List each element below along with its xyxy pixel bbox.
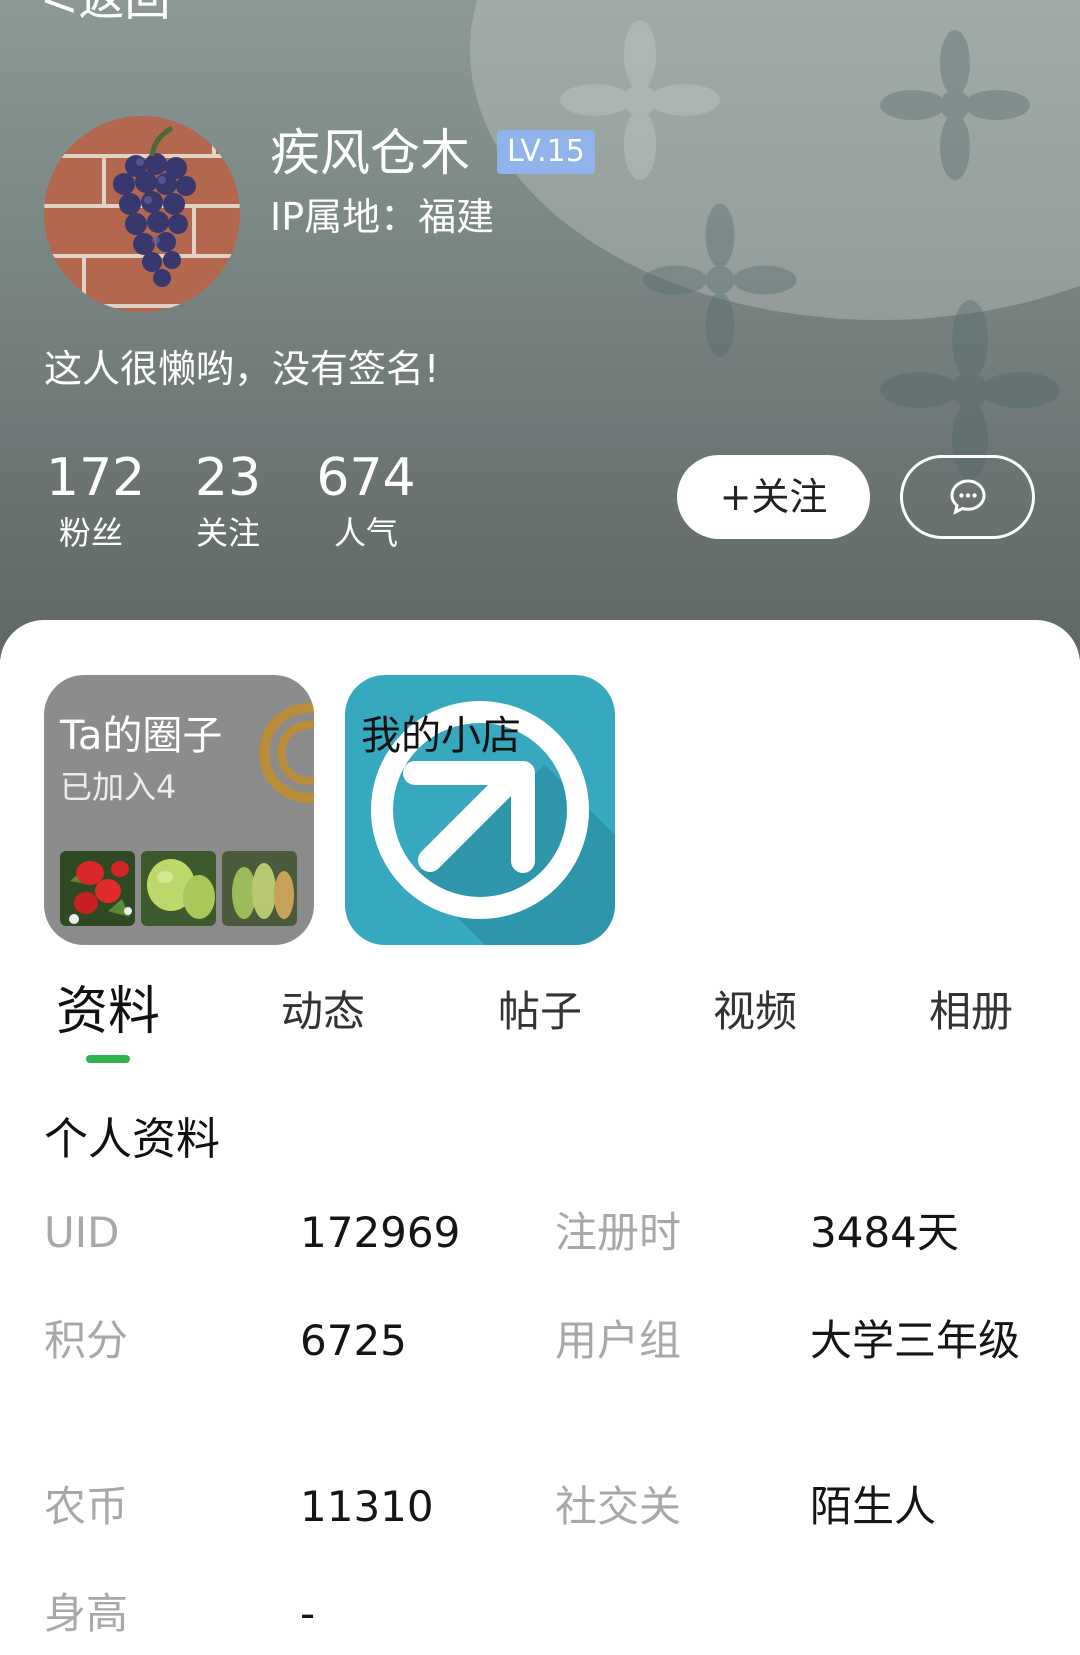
back-button[interactable]: <返回 xyxy=(40,0,171,24)
stat-following[interactable]: 23 关注 xyxy=(183,448,273,554)
profile-tabs: 资料 动态 帖子 视频 相册 xyxy=(0,978,1080,1048)
strawberry-image xyxy=(60,851,135,926)
decorative-flower-icon xyxy=(643,203,797,357)
profile-header: <返回 疾风仓木 LV.15 IP属地：福 xyxy=(0,0,1080,660)
field-value-coins: 11310 xyxy=(300,1482,434,1531)
field-label-height: 身高 xyxy=(44,1589,129,1638)
circles-tile[interactable]: Ta的圈子 已加入4 xyxy=(44,675,314,945)
stat-label: 人气 xyxy=(333,514,398,552)
shop-tile[interactable]: 我的小店 xyxy=(345,675,615,945)
follow-button[interactable]: +关注 xyxy=(677,455,870,539)
stat-value: 23 xyxy=(194,448,262,508)
decorative-flower-icon xyxy=(880,30,1030,180)
field-value-usergroup: 大学三年级 xyxy=(810,1316,1021,1365)
tab-profile[interactable]: 资料 xyxy=(56,978,160,1046)
stat-label: 粉丝 xyxy=(58,514,123,552)
level-badge: LV.15 xyxy=(497,130,595,174)
signature: 这人很懒哟，没有签名! xyxy=(44,347,440,391)
field-value-points: 6725 xyxy=(300,1316,407,1365)
shop-title: 我的小店 xyxy=(361,713,521,759)
stat-label: 关注 xyxy=(195,514,260,552)
field-value-uid: 172969 xyxy=(300,1208,461,1257)
stat-value: 172 xyxy=(46,448,146,508)
field-label-relation: 社交关 xyxy=(555,1482,682,1531)
avatar-image xyxy=(44,116,240,312)
circles-subtitle: 已加入4 xyxy=(60,768,177,806)
field-label-coins: 农币 xyxy=(44,1482,129,1531)
circle-ring-icon xyxy=(259,703,314,803)
field-label-usergroup: 用户组 xyxy=(555,1316,682,1365)
field-value-relation: 陌生人 xyxy=(810,1482,937,1531)
tab-posts[interactable]: 帖子 xyxy=(498,978,582,1046)
circle-thumbnail-mango[interactable] xyxy=(222,851,297,926)
chat-bubble-icon xyxy=(949,479,986,515)
stat-popularity[interactable]: 674 人气 xyxy=(316,448,416,554)
guava-image xyxy=(141,851,216,926)
circle-thumbnail-guava[interactable] xyxy=(141,851,216,926)
active-tab-indicator xyxy=(86,1055,130,1063)
tab-albums[interactable]: 相册 xyxy=(929,978,1013,1046)
stat-value: 674 xyxy=(316,448,416,508)
username: 疾风仓木 xyxy=(270,124,470,182)
field-label-points: 积分 xyxy=(44,1316,129,1365)
circles-title: Ta的圈子 xyxy=(60,713,223,759)
message-button[interactable] xyxy=(900,455,1035,539)
field-value-height: - xyxy=(300,1589,316,1638)
field-label-registered: 注册时 xyxy=(555,1208,682,1257)
circle-thumbnail-strawberry[interactable] xyxy=(60,851,135,926)
avatar[interactable] xyxy=(44,116,240,312)
decorative-flower-icon xyxy=(880,300,1060,480)
field-value-registered: 3484天 xyxy=(810,1208,959,1257)
stat-fans[interactable]: 172 粉丝 xyxy=(46,448,146,554)
ip-location: IP属地：福建 xyxy=(270,195,495,239)
section-title: 个人资料 xyxy=(44,1114,220,1165)
tab-activity[interactable]: 动态 xyxy=(281,978,365,1046)
field-label-uid: UID xyxy=(44,1208,120,1257)
tab-videos[interactable]: 视频 xyxy=(713,978,797,1046)
mango-image xyxy=(222,851,297,926)
